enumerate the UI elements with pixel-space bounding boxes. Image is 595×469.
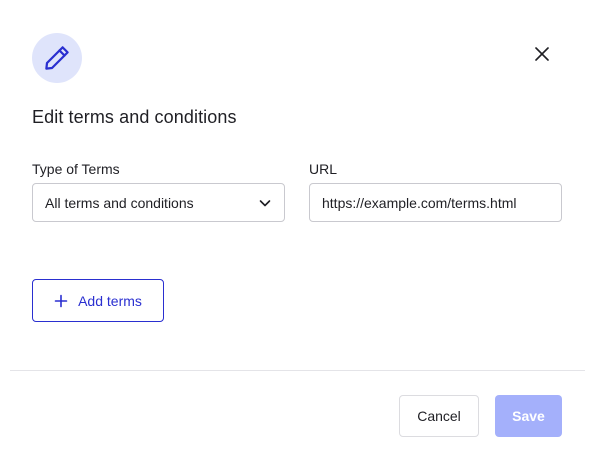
cancel-button[interactable]: Cancel <box>399 395 479 437</box>
close-icon <box>535 47 549 61</box>
url-label: URL <box>309 161 338 177</box>
type-of-terms-label: Type of Terms <box>32 161 120 177</box>
chevron-down-icon <box>259 199 271 206</box>
edit-terms-dialog: Edit terms and conditions Type of Terms … <box>0 0 595 469</box>
add-terms-button[interactable]: Add terms <box>32 279 164 322</box>
footer-divider <box>10 370 585 371</box>
plus-icon <box>54 294 68 307</box>
pencil-icon-badge <box>32 33 82 83</box>
type-of-terms-selected-value: All terms and conditions <box>45 194 194 211</box>
close-button[interactable] <box>528 40 556 68</box>
url-input[interactable] <box>309 183 562 222</box>
dialog-title: Edit terms and conditions <box>32 107 237 127</box>
type-of-terms-select[interactable]: All terms and conditions <box>32 183 285 222</box>
save-button[interactable]: Save <box>495 395 562 437</box>
add-terms-label: Add terms <box>78 292 142 309</box>
pencil-icon <box>45 46 69 70</box>
